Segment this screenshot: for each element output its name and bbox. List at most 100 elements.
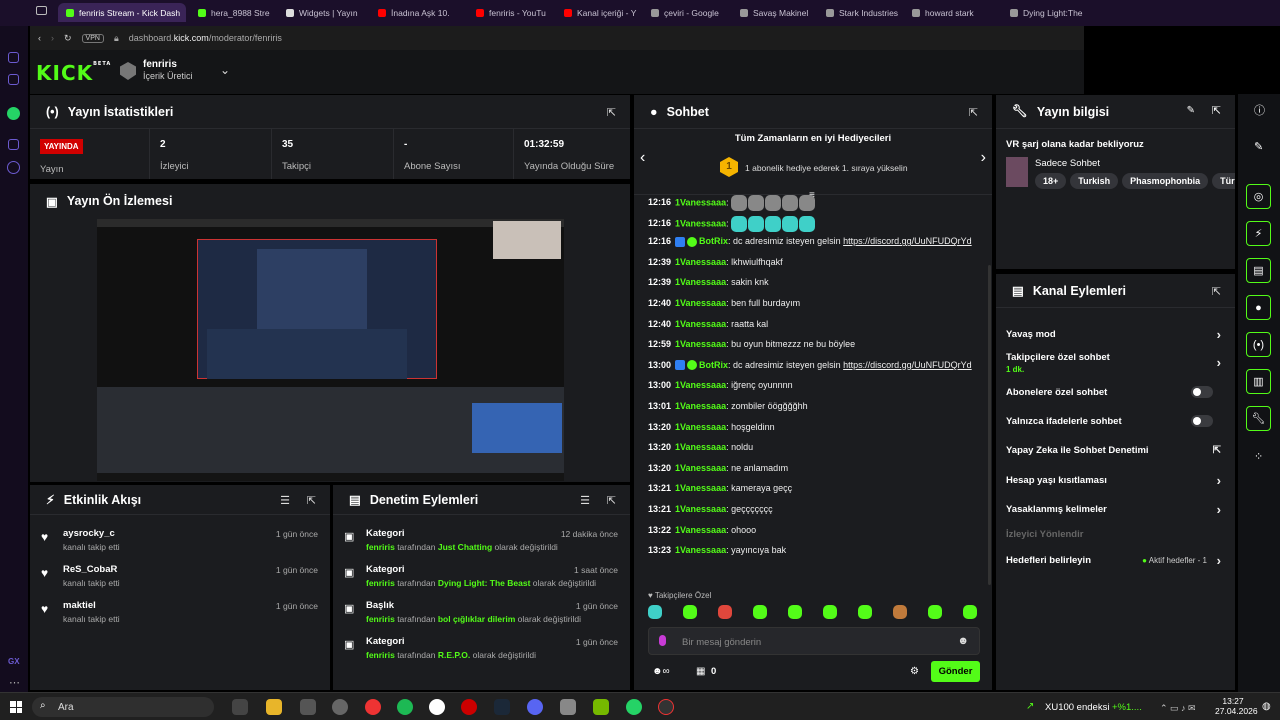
url-text[interactable]: dashboard.kick.com/moderator/fenriris xyxy=(129,33,282,43)
popout-icon[interactable]: ⇱ xyxy=(607,106,616,119)
chevron-right-icon[interactable]: › xyxy=(1217,355,1221,370)
document-icon[interactable]: ▤ xyxy=(1246,258,1271,283)
emote-picker-icon[interactable] xyxy=(648,605,662,619)
moderation-user[interactable]: fenriris xyxy=(366,614,395,624)
chat-message[interactable]: 12:16 BotRix: dc adresimiz isteyen gelsin… xyxy=(648,236,984,252)
chat-message[interactable]: 12:16 1Vanessaaa: xyxy=(648,195,984,211)
chat-message[interactable]: 12:40 1Vanessaaa: ben full burdayım xyxy=(648,298,984,314)
popout-icon[interactable]: ⇱ xyxy=(1212,285,1221,298)
toggle-switch[interactable] xyxy=(1191,415,1213,427)
stream-tag[interactable]: 18+ xyxy=(1035,173,1067,189)
chat-message[interactable]: 13:22 1Vanessaaa: ohooo xyxy=(648,525,984,541)
popout-icon[interactable]: ⇱ xyxy=(1212,104,1221,117)
browser-tab[interactable]: Stark Industries xyxy=(818,3,900,22)
stream-preview-video[interactable] xyxy=(97,219,564,481)
chat-message[interactable]: 13:23 1Vanessaaa: yayıncıya bak xyxy=(648,545,984,561)
chat-message[interactable]: 13:21 1Vanessaaa: geççççççç xyxy=(648,504,984,520)
windows-start-icon[interactable] xyxy=(10,701,22,713)
address-bar[interactable]: ‹ › ↻ VPN 🔒︎ dashboard.kick.com/moderato… xyxy=(30,26,1084,50)
store-icon[interactable] xyxy=(300,699,316,715)
message-user[interactable]: 1Vanessaaa xyxy=(675,380,726,390)
tab-menu-icon[interactable] xyxy=(36,6,47,15)
steam-icon[interactable] xyxy=(494,699,510,715)
browser-tab[interactable]: hera_8988 Stre xyxy=(190,3,274,22)
emote-picker-icon[interactable] xyxy=(823,605,837,619)
gift-icon[interactable]: ▦ xyxy=(696,666,705,677)
file-explorer-icon[interactable] xyxy=(266,699,282,715)
chat-input[interactable]: Bir mesaj gönderin ☻ xyxy=(648,627,980,655)
discord-icon[interactable] xyxy=(527,699,543,715)
browser-tab[interactable]: fenriris - YouTu xyxy=(468,3,552,22)
extensions-icon[interactable] xyxy=(8,139,19,150)
message-user[interactable]: 1Vanessaaa xyxy=(675,442,726,452)
chat-message[interactable]: 13:20 1Vanessaaa: noldu xyxy=(648,442,984,458)
workspace-icon[interactable] xyxy=(8,74,19,85)
archive-icon[interactable]: ▥ xyxy=(1246,369,1271,394)
message-user[interactable]: BotRix xyxy=(699,360,728,370)
message-user[interactable]: 1Vanessaaa xyxy=(675,401,726,411)
moderation-user[interactable]: fenriris xyxy=(366,542,395,552)
chat-message[interactable]: 12:40 1Vanessaaa: raatta kal xyxy=(648,319,984,335)
system-tray-icons[interactable]: ⌃ ▭ ♪ ✉ xyxy=(1160,703,1196,714)
message-user[interactable]: 1Vanessaaa xyxy=(675,339,726,349)
browser-tab[interactable]: çeviri - Google xyxy=(643,3,729,22)
popout-icon[interactable]: ⇱ xyxy=(969,106,978,119)
emote-picker-icon[interactable] xyxy=(858,605,872,619)
external-link-icon[interactable]: ⇱ xyxy=(1213,445,1221,456)
clock[interactable]: 13:27 27.04.2026 xyxy=(1215,696,1258,716)
reload-icon[interactable]: ↻ xyxy=(64,33,72,44)
moderation-user[interactable]: fenriris xyxy=(366,578,395,588)
nvidia-icon[interactable] xyxy=(593,699,609,715)
taskbar-search[interactable]: ⌕ Ara xyxy=(32,697,214,717)
app-icon[interactable] xyxy=(332,699,348,715)
chat-settings-icon[interactable]: ⚙︎ xyxy=(910,666,919,677)
aria-icon[interactable] xyxy=(8,52,19,63)
toggle-switch[interactable] xyxy=(1191,386,1213,398)
app-icon[interactable] xyxy=(560,699,576,715)
chat-message[interactable]: 12:59 1Vanessaaa: bu oyun bitmezzz ne bu … xyxy=(648,339,984,355)
stream-tag[interactable]: Türk xyxy=(1212,173,1235,189)
opera-gx-icon[interactable] xyxy=(461,699,477,715)
browser-tab[interactable]: Savaş Makinel xyxy=(732,3,814,22)
gx-icon[interactable]: GX xyxy=(8,657,20,666)
message-user[interactable]: 1Vanessaaa xyxy=(675,218,726,228)
next-arrow-icon[interactable]: › xyxy=(981,149,986,167)
popout-icon[interactable]: ⇱ xyxy=(607,494,616,507)
notifications-icon[interactable]: ◍ xyxy=(1262,701,1271,712)
chat-message[interactable]: 13:00 1Vanessaaa: iğrenç oyunnnn xyxy=(648,380,984,396)
app-icon[interactable] xyxy=(658,699,674,715)
browser-tab[interactable]: Kanal içeriği - Y xyxy=(556,3,640,22)
prev-arrow-icon[interactable]: ‹ xyxy=(640,149,645,167)
emote-picker-icon[interactable] xyxy=(928,605,942,619)
channel-action-item[interactable]: Yavaş mod › xyxy=(1006,327,1221,342)
chat-users-icon[interactable]: ☻∞ xyxy=(652,666,670,677)
channel-action-item[interactable]: Yalnızca ifadelerle sohbet xyxy=(1006,415,1221,427)
chat-message[interactable]: 12:39 1Vanessaaa: lkhwiulfhqakf xyxy=(648,257,984,273)
apps-icon[interactable]: ⁘ xyxy=(1254,450,1263,463)
chat-message[interactable]: 13:00 BotRix: dc adresimiz isteyen gelsin… xyxy=(648,360,984,376)
message-user[interactable]: 1Vanessaaa xyxy=(675,422,726,432)
chevron-right-icon[interactable]: › xyxy=(1217,473,1221,488)
filter-icon[interactable]: ☰ xyxy=(580,494,590,507)
channel-action-item[interactable]: Yapay Zeka ile Sohbet Denetimi ⇱ xyxy=(1006,445,1221,456)
edit-icon[interactable]: ✎ xyxy=(1187,105,1195,116)
activity-item[interactable]: ♥ ReS_CobaR kanalı takip etti 1 gün önce xyxy=(30,564,330,600)
send-button[interactable]: Gönder xyxy=(931,661,980,682)
channel-action-item[interactable]: Hesap yaşı kısıtlaması › xyxy=(1006,473,1221,488)
message-user[interactable]: 1Vanessaaa xyxy=(675,298,726,308)
whatsapp-icon[interactable] xyxy=(7,107,20,120)
whatsapp-icon[interactable] xyxy=(626,699,642,715)
message-user[interactable]: 1Vanessaaa xyxy=(675,545,726,555)
message-user[interactable]: 1Vanessaaa xyxy=(675,257,726,267)
message-link[interactable]: https://discord.gg/UuNFUDQrYd xyxy=(843,360,972,370)
broadcast-icon[interactable]: (•) xyxy=(1246,332,1271,357)
chat-message[interactable]: 13:20 1Vanessaaa: ne anlamadım xyxy=(648,463,984,479)
back-icon[interactable]: ‹ xyxy=(38,33,41,43)
chevron-right-icon[interactable]: › xyxy=(1217,502,1221,517)
chat-scrollbar[interactable] xyxy=(988,265,991,585)
message-link[interactable]: https://discord.gg/UuNFUDQrYd xyxy=(843,236,972,246)
edit-icon[interactable]: ✎ xyxy=(1254,140,1263,153)
chevron-right-icon[interactable]: › xyxy=(1217,553,1221,568)
chevron-right-icon[interactable]: › xyxy=(1217,327,1221,342)
message-user[interactable]: 1Vanessaaa xyxy=(675,319,726,329)
